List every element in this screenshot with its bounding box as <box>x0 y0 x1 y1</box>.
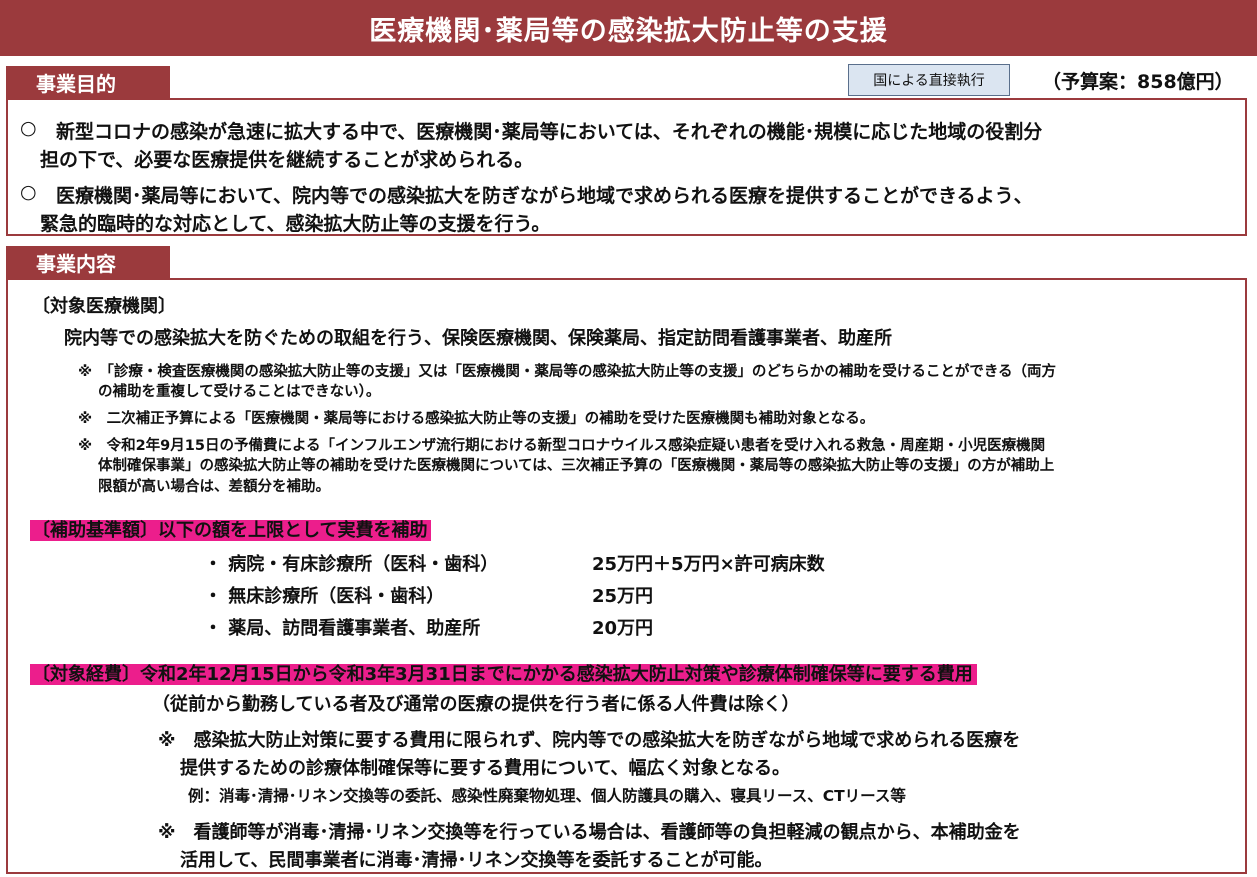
target-note-1-line1: ※ 「診療・検査医療機関の感染拡大防止等の支援」又は「医療機関・薬局等の感染拡大… <box>78 364 1057 380</box>
standard-row-1-category: ・ 病院・有床診療所（医科・歯科） <box>204 554 499 575</box>
standard-row-2-amount: 25万円 <box>592 586 654 607</box>
purpose-item-2-line2: 緊急的臨時的な対応として、感染拡大防止等の支援を行う。 <box>40 213 551 235</box>
purpose-bullet-2: ○ <box>20 181 37 203</box>
target-note-1-line2: の補助を重複して受けることはできない）。 <box>98 384 381 400</box>
target-note-2: ※ 二次補正予算による「医療機関・薬局等における感染拡大防止等の支援」の補助を受… <box>78 411 875 427</box>
target-note-3-line2: 体制確保事業」の感染拡大防止等の補助を受けた医療機関については、三次補正予算の「… <box>98 458 1055 474</box>
budget-label: （予算案：858億円） <box>1042 71 1234 93</box>
expense-label-text: 〔対象経費〕令和2年12月15日から令和3年3月31日までにかかる感染拡大防止対… <box>30 664 977 685</box>
content-heading: 事業内容 <box>6 246 170 278</box>
expense-note-2-line1: ※ 看護師等が消毒･清掃･リネン交換等を行っている場合は、看護師等の負担軽減の観… <box>158 822 1021 843</box>
expense-note-1-line2: 提供するための診療体制確保等に要する費用について、幅広く対象となる。 <box>180 758 791 779</box>
execution-badge: 国による直接執行 <box>848 64 1010 96</box>
standard-row-3-category: ・ 薬局、訪問看護事業者、助産所 <box>204 618 481 639</box>
expense-note-2-line2: 活用して、民間事業者に消毒･清掃･リネン交換等を委託することが可能。 <box>180 850 773 871</box>
standard-row-3-amount: 20万円 <box>592 618 654 639</box>
standard-label: 〔補助基準額〕以下の額を上限として実費を補助 <box>30 516 432 542</box>
purpose-item-2-line1: 医療機関･薬局等において、院内等での感染拡大を防ぎながら地域で求められる医療を提… <box>56 185 1033 207</box>
purpose-item-1-line1: 新型コロナの感染が急速に拡大する中で、医療機関･薬局等においては、それぞれの機能… <box>56 121 1043 143</box>
expense-note-1-line1: ※ 感染拡大防止対策に要する費用に限られず、院内等での感染拡大を防ぎながら地域で… <box>158 730 1021 751</box>
standard-row-1-amount: 25万円＋5万円×許可病床数 <box>592 554 825 575</box>
purpose-heading: 事業目的 <box>6 66 170 98</box>
expense-label: 〔対象経費〕令和2年12月15日から令和3年3月31日までにかかる感染拡大防止対… <box>30 660 977 686</box>
standard-label-text: 〔補助基準額〕以下の額を上限として実費を補助 <box>30 520 432 541</box>
page-title: 医療機関･薬局等の感染拡大防止等の支援 <box>0 0 1257 56</box>
expense-sub: （従前から勤務している者及び通常の医療の提供を行う者に係る人件費は除く） <box>152 694 800 715</box>
standard-row-2-category: ・ 無床診療所（医科・歯科） <box>204 586 445 607</box>
purpose-item-1-line2: 担の下で、必要な医療提供を継続することが求められる。 <box>40 149 534 171</box>
expense-example: 例：消毒･清掃･リネン交換等の委託、感染性廃棄物処理、個人防護具の購入、寝具リー… <box>188 787 906 805</box>
target-label: 〔対象医療機関〕 <box>32 296 176 317</box>
target-text: 院内等での感染拡大を防ぐための取組を行う、保険医療機関、保険薬局、指定訪問看護事… <box>64 328 892 349</box>
target-note-3-line3: 限額が高い場合は、差額分を補助。 <box>98 479 330 495</box>
purpose-bullet-1: ○ <box>20 117 37 139</box>
target-note-3-line1: ※ 令和2年9月15日の予備費による「インフルエンザ流行期における新型コロナウイ… <box>78 438 1046 454</box>
